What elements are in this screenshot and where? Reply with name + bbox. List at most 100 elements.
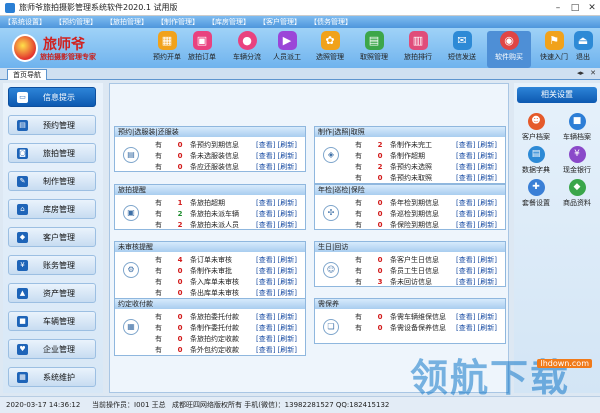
sidebar-item-reservation[interactable]: ▤ 预约管理 (8, 115, 96, 135)
logo-name: 旅师爷 (43, 37, 85, 53)
sidebar-item-vehicles[interactable]: ■ 车辆管理 (8, 311, 96, 331)
alert-row: 有 0 条旅拍约定收款 [查看] [刷新] (155, 333, 297, 344)
view-link[interactable]: [查看] (256, 220, 275, 230)
book-icon: ▤ (527, 146, 545, 163)
refresh-link[interactable]: [刷新] (277, 334, 296, 344)
toolbar-travel-order-button[interactable]: ▣ 旅拍订单 (180, 31, 224, 68)
row-have: 有 (155, 266, 162, 275)
status-bar: 2020-03-17 14:36:12 当前操作员：I001 王总 成都旺四网络… (0, 396, 600, 413)
car-icon: ■ (568, 113, 586, 130)
toolbar-staff-button[interactable]: ▶ 人员派工 (265, 31, 309, 68)
refresh-link[interactable]: [刷新] (477, 140, 496, 150)
refresh-link[interactable]: [刷新] (277, 323, 296, 333)
view-link[interactable]: [查看] (256, 255, 275, 265)
menu-warehouse[interactable]: 【库房管理】 (208, 17, 250, 27)
view-link[interactable]: [查看] (256, 198, 275, 208)
refresh-link[interactable]: [刷新] (477, 220, 496, 230)
sidebar-item-warehouse[interactable]: ⌂ 库房管理 (8, 199, 96, 219)
view-link[interactable]: [查看] (456, 209, 475, 219)
refresh-link[interactable]: [刷新] (277, 220, 296, 230)
refresh-link[interactable]: [刷新] (277, 345, 296, 355)
refresh-link[interactable]: [刷新] (477, 209, 496, 219)
refresh-link[interactable]: [刷新] (477, 312, 496, 322)
view-link[interactable]: [查看] (456, 255, 475, 265)
refresh-link[interactable]: [刷新] (477, 198, 496, 208)
menu-travel-photo[interactable]: 【旅拍管理】 (106, 17, 148, 27)
view-link[interactable]: [查看] (456, 162, 475, 172)
view-link[interactable]: [查看] (456, 266, 475, 276)
tab-scroll-icon[interactable]: ◂▸ (577, 69, 584, 77)
view-link[interactable]: [查看] (256, 140, 275, 150)
alert-row: 有 0 条预约未取照 [查看] [刷新] (355, 172, 497, 183)
menu-customer[interactable]: 【客户管理】 (259, 17, 301, 27)
menu-system-settings[interactable]: 【系统设置】 (4, 17, 46, 27)
refresh-link[interactable]: [刷新] (477, 255, 496, 265)
view-link[interactable]: [查看] (456, 323, 475, 333)
sidebar-item-customer[interactable]: ◆ 客户管理 (8, 227, 96, 247)
view-link[interactable]: [查看] (456, 173, 475, 183)
view-link[interactable]: [查看] (256, 162, 275, 172)
toolbar: 旅师爷 旅拍摄影管理专家 ▦ 预约开单 ▣ 旅拍订单 ● 车辆分流 ▶ 人员派工 ✿ 选照… (0, 28, 600, 68)
refresh-link[interactable]: [刷新] (477, 162, 496, 172)
refresh-link[interactable]: [刷新] (277, 162, 296, 172)
data-dictionary-button[interactable]: ▤ 数据字典 (517, 146, 555, 175)
sidebar-item-assets[interactable]: ▲ 资产管理 (8, 283, 96, 303)
refresh-link[interactable]: [刷新] (277, 151, 296, 161)
view-link[interactable]: [查看] (256, 151, 275, 161)
vehicle-records-button[interactable]: ■ 车辆档案 (558, 113, 596, 142)
toolbar-exit-button[interactable]: ⏏ 退出 (566, 31, 600, 68)
toolbar-sms-button[interactable]: ✉ 短信发送 (440, 31, 484, 68)
toolbar-photo-select-button[interactable]: ✿ 选照管理 (308, 31, 352, 68)
sidebar-item-accounts[interactable]: ¥ 账务管理 (8, 255, 96, 275)
toolbar-label: 旅拍订单 (188, 53, 216, 61)
refresh-link[interactable]: [刷新] (477, 323, 496, 333)
package-settings-button[interactable]: ✚ 套餐设置 (517, 179, 555, 208)
tab-home-navigation[interactable]: 首页导航 (7, 69, 47, 80)
product-data-button[interactable]: ◆ 商品资料 (558, 179, 596, 208)
view-link[interactable]: [查看] (456, 277, 475, 287)
view-link[interactable]: [查看] (456, 220, 475, 230)
menu-production[interactable]: 【制作管理】 (157, 17, 199, 27)
view-link[interactable]: [查看] (256, 312, 275, 322)
sidebar-item-maintenance[interactable]: ▦ 系统维护 (8, 367, 96, 387)
view-link[interactable]: [查看] (256, 334, 275, 344)
view-link[interactable]: [查看] (256, 266, 275, 276)
view-link[interactable]: [查看] (256, 277, 275, 287)
refresh-link[interactable]: [刷新] (277, 266, 296, 276)
toolbar-ranking-button[interactable]: ▥ 旅拍排行 (396, 31, 440, 68)
toolbar-purchase-button[interactable]: ◉ 软件购买 (487, 31, 531, 68)
view-link[interactable]: [查看] (456, 140, 475, 150)
home-icon: ⌂ (17, 203, 28, 215)
refresh-link[interactable]: [刷新] (277, 140, 296, 150)
menu-debt[interactable]: 【债务管理】 (310, 17, 352, 27)
refresh-link[interactable]: [刷新] (477, 266, 496, 276)
refresh-link[interactable]: [刷新] (277, 255, 296, 265)
close-button[interactable]: ✕ (582, 0, 600, 16)
refresh-link[interactable]: [刷新] (277, 209, 296, 219)
view-link[interactable]: [查看] (256, 323, 275, 333)
view-link[interactable]: [查看] (456, 151, 475, 161)
toolbar-vehicle-button[interactable]: ● 车辆分流 (225, 31, 269, 68)
refresh-link[interactable]: [刷新] (277, 288, 296, 298)
row-have: 有 (155, 220, 162, 229)
view-link[interactable]: [查看] (256, 345, 275, 355)
refresh-link[interactable]: [刷新] (477, 277, 496, 287)
sidebar-item-enterprise[interactable]: ♥ 企业管理 (8, 339, 96, 359)
sidebar-item-production[interactable]: ✎ 制作管理 (8, 171, 96, 191)
toolbar-photo-pickup-button[interactable]: ▤ 取照管理 (352, 31, 396, 68)
menu-reservation[interactable]: 【预约管理】 (55, 17, 97, 27)
view-link[interactable]: [查看] (456, 198, 475, 208)
view-link[interactable]: [查看] (256, 288, 275, 298)
refresh-link[interactable]: [刷新] (477, 151, 496, 161)
customer-records-button[interactable]: ☻ 客户档案 (517, 113, 555, 142)
sidebar-item-travel-photo[interactable]: ◙ 旅拍管理 (8, 143, 96, 163)
sidebar-item-info[interactable]: ▭ 信息提示 (8, 87, 96, 107)
refresh-link[interactable]: [刷新] (277, 277, 296, 287)
view-link[interactable]: [查看] (456, 312, 475, 322)
tab-close-icon[interactable]: ✕ (590, 69, 596, 77)
refresh-link[interactable]: [刷新] (477, 173, 496, 183)
cash-bank-button[interactable]: ¥ 现金银行 (558, 146, 596, 175)
view-link[interactable]: [查看] (256, 209, 275, 219)
refresh-link[interactable]: [刷新] (277, 312, 296, 322)
refresh-link[interactable]: [刷新] (277, 198, 296, 208)
